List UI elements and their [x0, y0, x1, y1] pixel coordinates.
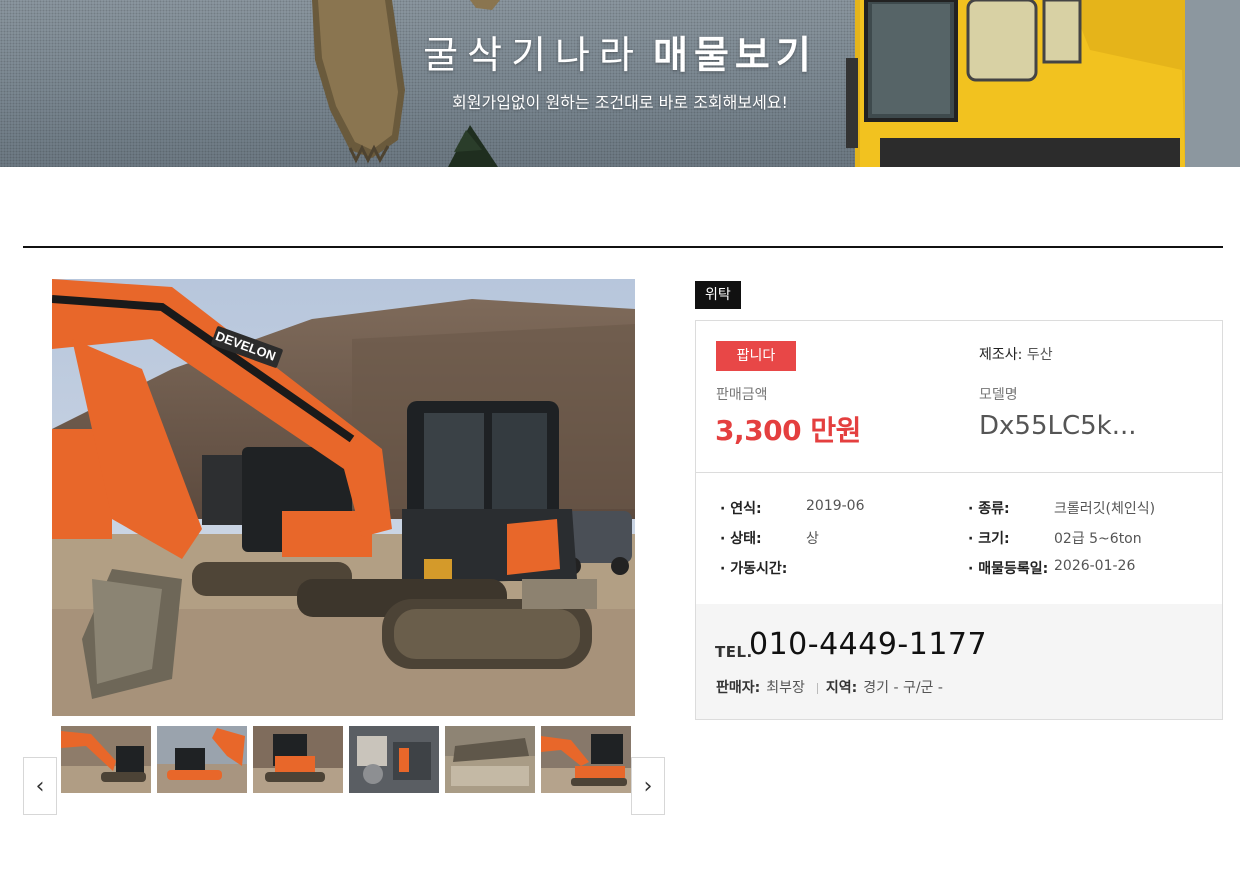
spec-registered-value: 2026-01-26 [1054, 558, 1136, 574]
region-label: 지역: [825, 680, 858, 696]
hero-banner: 굴삭기나라 매물보기 회원가입없이 원하는 조건대로 바로 조회해보세요! [0, 0, 1240, 167]
thumbnail-3[interactable] [253, 726, 343, 793]
spec-type: · 종류: 크롤러깃(체인식) [968, 498, 1155, 518]
model-value: Dx55LC5k... [979, 411, 1137, 441]
thumbnail-2[interactable] [157, 726, 247, 793]
price-label: 판매금액 [716, 387, 768, 403]
spec-condition: · 상태: 상 [720, 528, 819, 548]
model-label: 모델명 [979, 387, 1018, 403]
excavator-photo: DEVELON [52, 279, 635, 716]
maker-label: 제조사: [979, 347, 1023, 363]
consignment-tag: 위탁 [695, 281, 741, 309]
spec-registered-label: · 매물등록일: [968, 561, 1049, 577]
spec-registered-date: · 매물등록일: 2026-01-26 [968, 558, 1135, 578]
thumbnail-next-button[interactable]: › [631, 757, 665, 815]
thumbnail-strip [61, 726, 631, 793]
seller-label: 판매자: [716, 680, 761, 696]
thumbnail-image [349, 726, 439, 793]
spec-condition-label: · 상태: [720, 531, 762, 547]
phone-number[interactable]: 010-4449-1177 [749, 627, 987, 662]
main-photo[interactable]: DEVELON [52, 279, 635, 716]
seller-info: 판매자: 최부장 지역: 경기 - 구/군 - [716, 677, 943, 697]
thumbnail-5[interactable] [445, 726, 535, 793]
thumbnail-4[interactable] [349, 726, 439, 793]
spec-size: · 크기: 02급 5~6ton [968, 528, 1142, 548]
seller-name: 최부장 [766, 680, 805, 696]
spec-year-value: 2019-06 [806, 498, 865, 514]
sale-status-badge: 팝니다 [716, 341, 796, 371]
banner-title: 굴삭기나라 매물보기 [0, 24, 1240, 79]
banner-title-light: 굴삭기나라 [423, 33, 643, 77]
spec-hours-label: · 가동시간: [720, 561, 788, 577]
maker-value: 두산 [1026, 347, 1053, 363]
section-divider [23, 246, 1223, 248]
chevron-left-icon: ‹ [35, 773, 45, 799]
thumbnail-image [157, 726, 247, 793]
listing-info-panel: 팝니다 제조사: 두산 판매금액 3,300 만원 모델명 Dx55LC5k..… [695, 320, 1223, 720]
contact-box: TEL. 010-4449-1177 판매자: 최부장 지역: 경기 - 구/군 - [696, 604, 1222, 719]
tel-label: TEL. [715, 643, 753, 661]
region-value: 경기 - 구/군 - [863, 680, 943, 696]
panel-divider [696, 472, 1222, 473]
maker-info: 제조사: 두산 [979, 344, 1053, 364]
spec-year-label: · 연식: [720, 501, 762, 517]
thumbnail-image [253, 726, 343, 793]
spec-year: · 연식: 2019-06 [720, 498, 865, 518]
spec-operating-hours: · 가동시간: [720, 558, 787, 578]
thumbnail-image [445, 726, 535, 793]
spec-type-value: 크롤러깃(체인식) [1054, 501, 1156, 517]
thumbnail-prev-button[interactable]: ‹ [23, 757, 57, 815]
banner-title-bold: 매물보기 [652, 33, 817, 77]
spec-size-label: · 크기: [968, 531, 1010, 547]
price-value: 3,300 만원 [715, 414, 861, 447]
thumbnail-6[interactable] [541, 726, 631, 793]
thumbnail-image [61, 726, 151, 793]
spec-type-label: · 종류: [968, 501, 1010, 517]
seller-separator [816, 682, 818, 694]
banner-subtitle: 회원가입없이 원하는 조건대로 바로 조회해보세요! [452, 93, 788, 112]
chevron-right-icon: › [643, 773, 653, 799]
spec-condition-value: 상 [806, 531, 819, 547]
thumbnail-image [541, 726, 631, 793]
thumbnail-1[interactable] [61, 726, 151, 793]
spec-size-value: 02급 5~6ton [1054, 531, 1142, 547]
